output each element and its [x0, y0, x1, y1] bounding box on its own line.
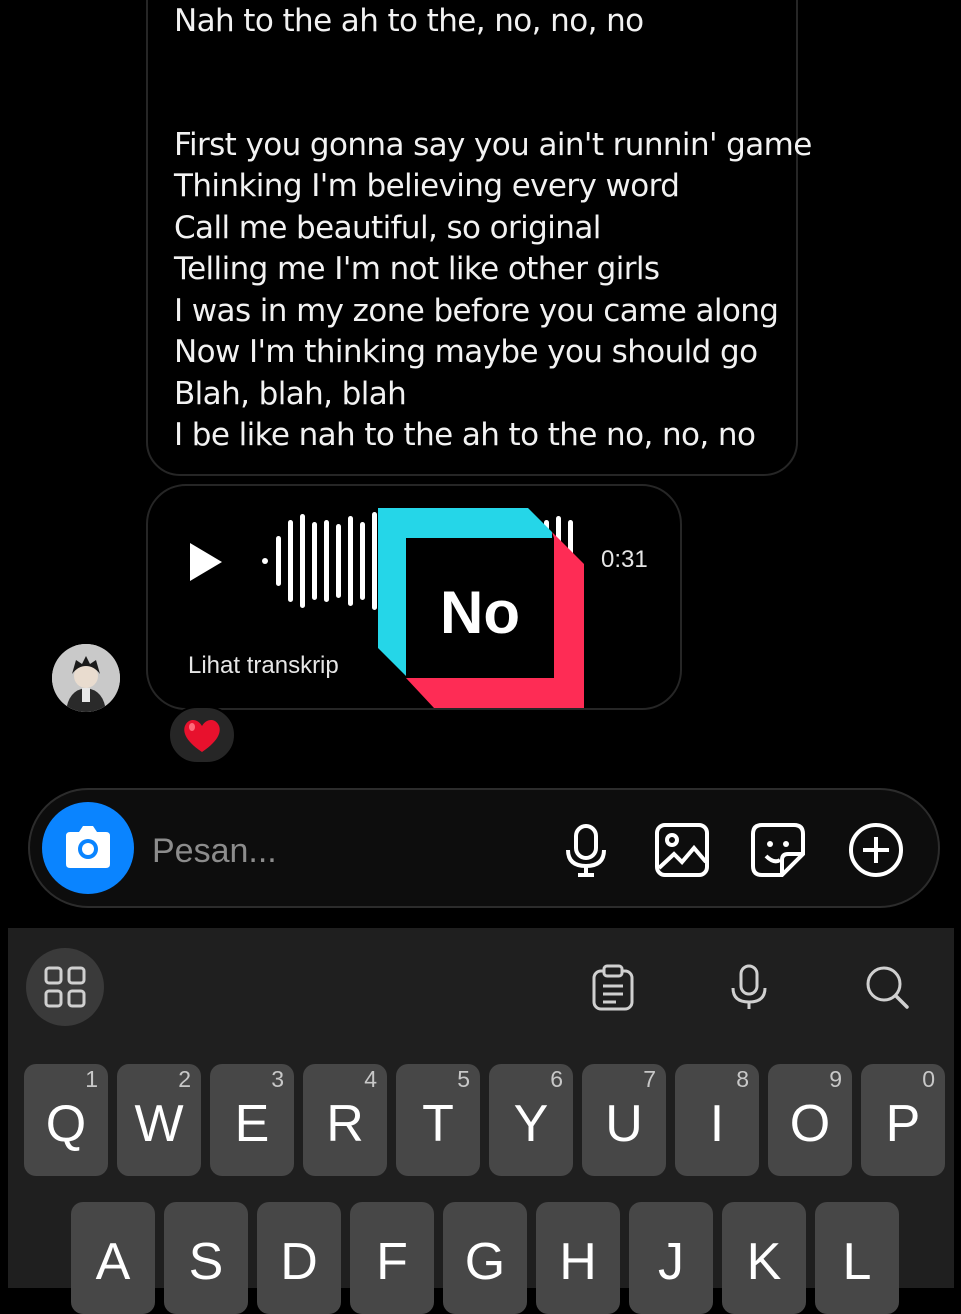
key-letter: W [134, 1095, 184, 1153]
voice-input-icon[interactable] [724, 962, 774, 1012]
key-g[interactable]: G [443, 1202, 527, 1314]
key-letter: U [605, 1095, 643, 1153]
key-letter: P [885, 1095, 921, 1153]
key-y[interactable]: 6Y [489, 1064, 573, 1176]
voice-duration: 0:31 [601, 546, 648, 573]
key-letter: G [464, 1233, 506, 1291]
lyric-line: I be like nah to the ah to the no, no, n… [174, 417, 756, 453]
key-letter: J [658, 1233, 684, 1291]
key-number: 9 [829, 1066, 842, 1092]
microphone-icon[interactable] [556, 820, 616, 880]
key-letter: O [789, 1095, 831, 1153]
key-letter: L [842, 1233, 872, 1291]
key-r[interactable]: 4R [303, 1064, 387, 1176]
key-letter: T [422, 1095, 454, 1153]
lyric-line: Now I'm thinking maybe you should go [174, 334, 758, 370]
key-i[interactable]: 8I [675, 1064, 759, 1176]
key-e[interactable]: 3E [210, 1064, 294, 1176]
lyric-line: First you gonna say you ain't runnin' ga… [174, 127, 812, 163]
key-s[interactable]: S [164, 1202, 248, 1314]
view-transcript-link[interactable]: Lihat transkrip [188, 652, 339, 680]
key-number: 8 [736, 1066, 749, 1092]
apps-grid-icon [44, 966, 86, 1008]
camera-button[interactable] [42, 802, 134, 894]
play-icon[interactable] [186, 540, 226, 584]
key-k[interactable]: K [722, 1202, 806, 1314]
key-number: 2 [178, 1066, 191, 1092]
clipboard-icon[interactable] [588, 962, 638, 1012]
add-icon[interactable] [846, 820, 906, 880]
key-l[interactable]: L [815, 1202, 899, 1314]
key-letter: Y [513, 1095, 549, 1153]
key-a[interactable]: A [71, 1202, 155, 1314]
key-number: 5 [457, 1066, 470, 1092]
key-number: 3 [271, 1066, 284, 1092]
lyric-line: Blah, blah, blah [174, 376, 407, 412]
key-f[interactable]: F [350, 1202, 434, 1314]
lyric-line: Call me beautiful, so original [174, 210, 601, 246]
key-number: 6 [550, 1066, 563, 1092]
key-t[interactable]: 5T [396, 1064, 480, 1176]
key-letter: H [559, 1233, 597, 1291]
key-u[interactable]: 7U [582, 1064, 666, 1176]
key-j[interactable]: J [629, 1202, 713, 1314]
key-letter: F [376, 1233, 408, 1291]
key-number: 4 [364, 1066, 377, 1092]
key-letter: A [95, 1233, 131, 1291]
key-letter: K [746, 1233, 782, 1291]
key-number: 1 [85, 1066, 98, 1092]
key-letter: I [709, 1095, 725, 1153]
camera-icon [66, 826, 110, 868]
lyric-line: Nah to the ah to the, no, no, no [174, 3, 644, 39]
lyric-line: Thinking I'm believing every word [174, 168, 680, 204]
key-h[interactable]: H [536, 1202, 620, 1314]
overlay-text: No [440, 579, 520, 646]
avatar-image [52, 644, 120, 712]
sender-avatar[interactable] [52, 644, 120, 712]
key-d[interactable]: D [257, 1202, 341, 1314]
lyric-line: Telling me I'm not like other girls [174, 251, 660, 287]
key-p[interactable]: 0P [861, 1064, 945, 1176]
key-letter: E [234, 1095, 270, 1153]
key-letter: R [326, 1095, 364, 1153]
key-letter: Q [45, 1095, 87, 1153]
key-w[interactable]: 2W [117, 1064, 201, 1176]
heart-reaction[interactable] [168, 706, 236, 764]
key-number: 7 [643, 1066, 656, 1092]
key-number: 0 [922, 1066, 935, 1092]
key-letter: S [188, 1233, 224, 1291]
gallery-icon[interactable] [652, 820, 712, 880]
key-o[interactable]: 9O [768, 1064, 852, 1176]
key-q[interactable]: 1Q [24, 1064, 108, 1176]
heart-icon [184, 720, 220, 752]
sticker-icon[interactable] [748, 820, 808, 880]
key-letter: D [280, 1233, 318, 1291]
search-icon[interactable] [862, 962, 912, 1012]
apps-grid-button[interactable] [26, 948, 104, 1026]
message-input[interactable] [150, 818, 534, 884]
lyric-line: I was in my zone before you came along [174, 293, 779, 329]
